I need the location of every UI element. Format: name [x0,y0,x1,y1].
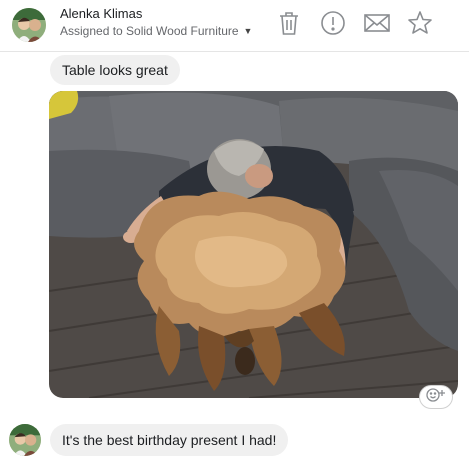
star-icon [407,10,433,36]
add-reaction-icon [425,387,447,408]
message-text: It's the best birthday present I had! [62,432,277,448]
add-reaction-button[interactable] [419,385,453,409]
mark-spam-button[interactable] [318,8,348,38]
message-bubble[interactable]: It's the best birthday present I had! [50,424,289,456]
contact-name: Alenka Klimas [60,6,143,21]
delete-button[interactable] [274,8,304,38]
chevron-down-icon: ▼ [243,26,253,36]
message-bubble[interactable]: Table looks great [50,55,180,85]
star-button[interactable] [405,8,435,38]
trash-icon [277,10,301,36]
conversation-header: Alenka Klimas Assigned to Solid Wood Fur… [0,0,469,52]
exclamation-circle-icon [320,10,346,36]
message-photo[interactable] [49,91,458,398]
envelope-icon [363,12,391,34]
sender-avatar[interactable] [9,424,41,456]
message-text: Table looks great [62,62,168,78]
contact-avatar[interactable] [12,8,46,42]
assignment-dropdown[interactable]: Assigned to Solid Wood Furniture ▼ [60,24,252,38]
mark-unread-button[interactable] [362,8,392,38]
assignment-label: Assigned to Solid Wood Furniture [60,24,239,38]
